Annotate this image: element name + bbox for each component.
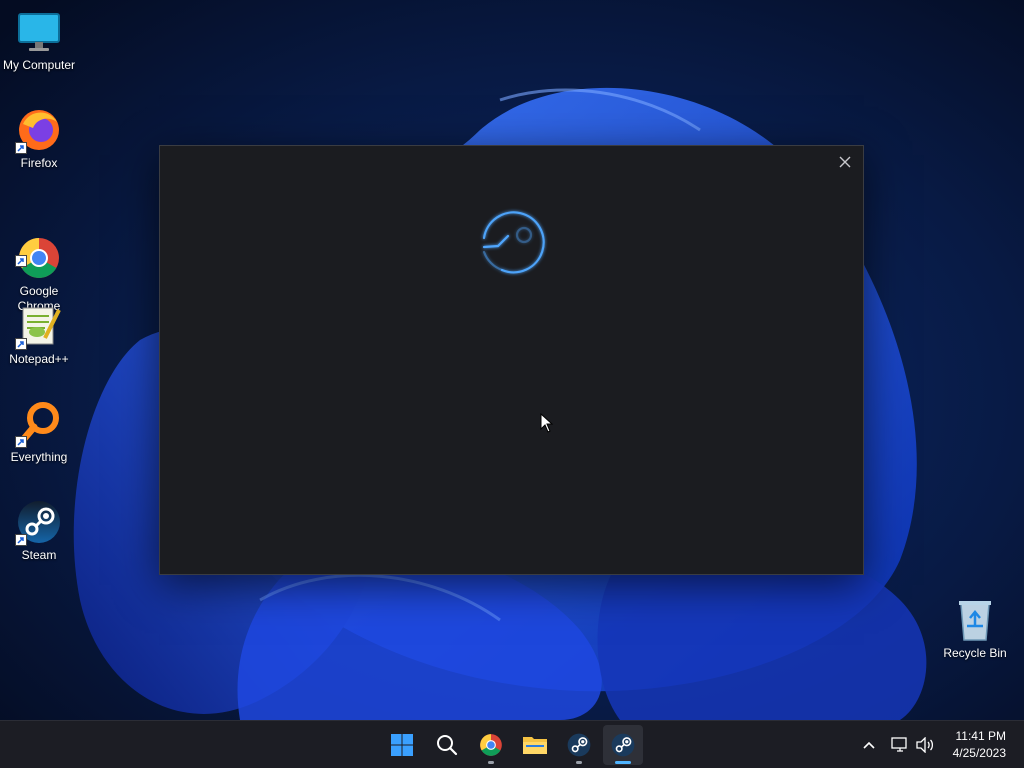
taskbar-search-button[interactable]: [427, 725, 467, 765]
steam-icon: [611, 733, 635, 757]
taskbar: 11:41 PM 4/25/2023: [0, 720, 1024, 768]
desktop-icon-label: Recycle Bin: [943, 646, 1007, 660]
running-indicator: [576, 761, 582, 764]
steam-icon: [567, 733, 591, 757]
taskbar-file-explorer-button[interactable]: [515, 725, 555, 765]
steam-loading-spinner-icon: [482, 211, 545, 274]
monitor-icon: [15, 8, 63, 56]
taskbar-steam-button[interactable]: [559, 725, 599, 765]
windows-logo-icon: [391, 734, 413, 756]
desktop-icon-everything[interactable]: Everything: [0, 400, 78, 465]
desktop-icon-label: Steam: [21, 548, 57, 562]
tray-network-button[interactable]: [888, 733, 912, 757]
tray-overflow-button[interactable]: [857, 733, 881, 757]
clock-time: 11:41 PM: [955, 729, 1006, 743]
desktop-icon-notepadpp[interactable]: Notepad++: [0, 302, 78, 367]
chevron-up-icon: [863, 741, 875, 749]
chrome-icon: [15, 219, 63, 278]
steam-icon: [15, 498, 63, 546]
close-button[interactable]: [833, 150, 857, 174]
tray-clock[interactable]: 11:41 PM 4/25/2023: [953, 728, 1006, 762]
desktop-icon-label: My Computer: [2, 58, 76, 72]
shortcut-arrow-icon: [15, 255, 27, 267]
desktop-icon-steam[interactable]: Steam: [0, 498, 78, 563]
mouse-cursor-icon: [540, 413, 554, 433]
desktop-icon-label: Notepad++: [9, 352, 69, 366]
shortcut-arrow-icon: [15, 338, 27, 350]
shortcut-arrow-icon: [15, 436, 27, 448]
network-icon: [891, 737, 907, 752]
active-indicator: [615, 761, 631, 764]
clock-date: 4/25/2023: [952, 746, 1006, 760]
close-icon: [839, 156, 851, 168]
desktop-icon-my-computer[interactable]: My Computer: [0, 8, 78, 73]
search-icon: [437, 735, 458, 756]
folder-icon: [523, 737, 547, 754]
desktop-icon-label: Everything: [10, 450, 68, 464]
recycle-bin-icon: [951, 596, 999, 644]
firefox-icon: [15, 106, 63, 154]
notepadpp-icon: [15, 302, 63, 350]
chrome-icon: [480, 734, 502, 756]
taskbar-start-button[interactable]: [382, 725, 422, 765]
desktop-icon-firefox[interactable]: Firefox: [0, 106, 78, 171]
running-indicator: [488, 761, 494, 764]
shortcut-arrow-icon: [15, 534, 27, 546]
desktop-icon-recycle-bin[interactable]: Recycle Bin: [936, 596, 1014, 661]
volume-icon: [916, 737, 934, 753]
tray-volume-button[interactable]: [913, 733, 937, 757]
taskbar-chrome-button[interactable]: [471, 725, 511, 765]
everything-icon: [15, 400, 63, 448]
desktop-icon-label: Firefox: [20, 156, 58, 170]
shortcut-arrow-icon: [15, 142, 27, 154]
steam-loading-window[interactable]: [159, 145, 864, 575]
taskbar-steam-window-button[interactable]: [603, 725, 643, 765]
